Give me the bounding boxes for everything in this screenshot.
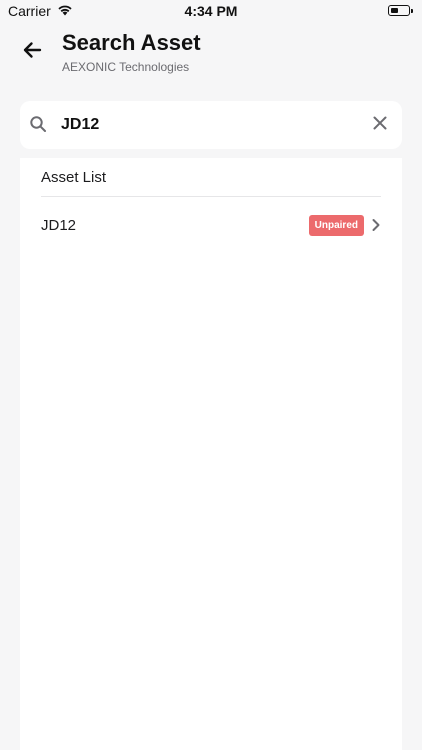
page-subtitle: AEXONIC Technologies — [62, 60, 190, 74]
clear-search-button[interactable] — [370, 115, 390, 135]
arrow-left-icon — [22, 41, 42, 64]
asset-list-header: Asset List — [41, 169, 107, 186]
search-input[interactable] — [61, 111, 361, 139]
back-button[interactable] — [18, 38, 46, 66]
divider — [41, 196, 381, 197]
asset-list-panel: Asset List JD12 Unpaired — [20, 158, 402, 750]
list-item[interactable]: JD12 Unpaired — [20, 208, 402, 244]
header: Search Asset AEXONIC Technologies — [0, 24, 422, 88]
battery-level — [390, 7, 398, 13]
asset-name: JD12 — [41, 217, 77, 234]
page-title: Search Asset — [62, 30, 201, 55]
status-badge: Unpaired — [308, 215, 364, 236]
status-bar: Carrier 4:34 PM — [0, 0, 422, 24]
battery-icon — [388, 5, 413, 16]
search-icon — [29, 115, 47, 133]
search-bar — [20, 101, 402, 149]
close-icon — [373, 116, 387, 135]
clock: 4:34 PM — [184, 3, 238, 19]
chevron-right-icon — [370, 218, 382, 232]
